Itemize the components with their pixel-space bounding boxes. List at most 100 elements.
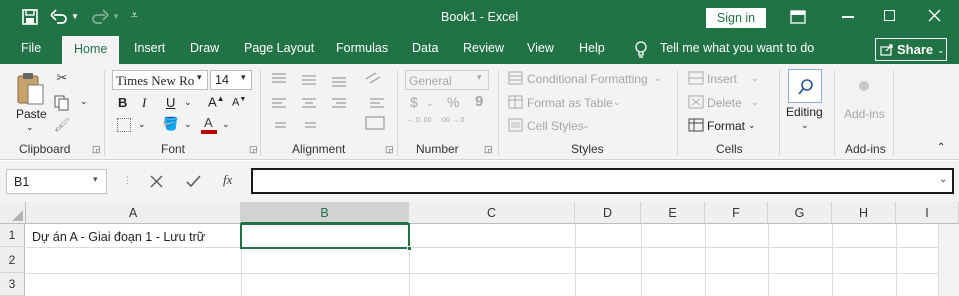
tab-draw[interactable]: Draw	[190, 41, 219, 55]
borders-icon[interactable]	[117, 118, 131, 132]
vertical-scrollbar[interactable]	[938, 224, 959, 296]
column-header-c[interactable]: C	[409, 202, 575, 224]
decrease-font-icon[interactable]: A▼	[232, 96, 246, 109]
tab-file[interactable]: File	[21, 41, 41, 55]
row-header-3[interactable]: 3	[0, 273, 25, 296]
undo-icon[interactable]	[50, 9, 68, 25]
format-as-table-icon[interactable]	[508, 95, 523, 109]
select-all-button[interactable]	[0, 202, 26, 224]
insert-cells-dropdown-icon[interactable]: ⌄	[751, 73, 759, 84]
row-header-2[interactable]: 2	[0, 247, 25, 273]
fill-handle[interactable]	[407, 246, 412, 251]
insert-function-button[interactable]: fx	[223, 172, 232, 188]
cell-b1-selected[interactable]	[240, 223, 410, 249]
collapse-ribbon-icon[interactable]: ⌃	[937, 142, 945, 153]
column-header-d[interactable]: D	[575, 202, 641, 224]
alignment-launcher-icon[interactable]: ◲	[385, 144, 394, 155]
column-header-h[interactable]: H	[832, 202, 896, 224]
undo-dropdown-icon[interactable]: ▼	[71, 12, 79, 21]
number-format-box[interactable]: General ▾	[405, 70, 489, 90]
tell-me-search[interactable]: Tell me what you want to do	[660, 41, 814, 55]
name-box[interactable]: B1 ▾	[6, 169, 107, 194]
delete-cells-dropdown-icon[interactable]: ⌄	[751, 97, 759, 108]
cut-icon[interactable]: ✂	[53, 69, 71, 87]
column-header-e[interactable]: E	[641, 202, 705, 224]
clipboard-launcher-icon[interactable]: ◲	[92, 144, 101, 155]
copy-dropdown-icon[interactable]: ⌄	[80, 96, 88, 107]
ribbon-display-options-icon[interactable]	[790, 10, 806, 24]
italic-button[interactable]: I	[142, 95, 146, 111]
bold-button[interactable]: B	[118, 95, 127, 110]
tab-view[interactable]: View	[527, 41, 554, 55]
column-header-f[interactable]: F	[705, 202, 768, 224]
redo-dropdown-icon[interactable]: ▼	[112, 12, 120, 21]
expand-formula-bar-icon[interactable]: ⌄	[939, 174, 947, 185]
tab-help[interactable]: Help	[579, 41, 605, 55]
conditional-formatting-button[interactable]: Conditional Formatting	[527, 72, 648, 86]
orientation-icon[interactable]	[366, 71, 390, 89]
customize-qat-icon[interactable]: ⩡	[131, 8, 138, 23]
sign-in-button[interactable]: Sign in	[706, 8, 766, 28]
conditional-formatting-icon[interactable]	[508, 71, 523, 85]
insert-cells-button[interactable]: Insert	[707, 72, 737, 86]
paste-label[interactable]: Paste	[16, 107, 47, 121]
tab-review[interactable]: Review	[463, 41, 504, 55]
confirm-entry-icon[interactable]	[186, 175, 201, 188]
column-header-i[interactable]: I	[896, 202, 959, 224]
cancel-entry-icon[interactable]	[150, 175, 163, 188]
share-button[interactable]: Share ⌄	[875, 38, 947, 61]
font-launcher-icon[interactable]: ◲	[249, 144, 258, 155]
format-as-table-button[interactable]: Format as Table	[527, 96, 613, 110]
tab-page-layout[interactable]: Page Layout	[244, 41, 314, 55]
merge-center-icon[interactable]	[366, 117, 390, 133]
number-launcher-icon[interactable]: ◲	[484, 144, 493, 155]
currency-dropdown-icon[interactable]: ⌄	[426, 98, 434, 109]
format-painter-icon[interactable]: 🖌	[53, 116, 71, 134]
tab-insert[interactable]: Insert	[134, 41, 165, 55]
cell-styles-button[interactable]: Cell Styles	[527, 119, 584, 133]
cell-styles-dropdown-icon[interactable]: ⌄	[582, 120, 590, 131]
increase-decimal-button[interactable]: ←.0 .00	[407, 117, 433, 125]
font-color-dropdown-icon[interactable]: ⌄	[222, 119, 230, 130]
row-header-1[interactable]: 1	[0, 224, 25, 247]
fill-color-icon[interactable]: 🪣	[162, 115, 180, 133]
minimize-icon[interactable]	[842, 16, 854, 18]
currency-button[interactable]: $	[410, 94, 418, 110]
tab-formulas[interactable]: Formulas	[336, 41, 388, 55]
copy-icon[interactable]	[54, 95, 70, 111]
paste-dropdown-icon[interactable]: ⌄	[26, 122, 34, 133]
font-size-box[interactable]: 14 ▾	[210, 70, 252, 90]
underline-button[interactable]: U	[166, 95, 175, 110]
cell-a1[interactable]: Dự án A - Giai đoạn 1 - Lưu trữ	[32, 230, 205, 244]
add-ins-icon[interactable]	[859, 81, 869, 91]
column-header-a[interactable]: A	[26, 202, 241, 224]
editing-label[interactable]: Editing	[786, 105, 823, 119]
fill-color-dropdown-icon[interactable]: ⌄	[184, 119, 192, 130]
worksheet-grid[interactable]: A B C D E F G H I 1 2 3 Dự án A - Giai đ…	[0, 202, 959, 296]
add-ins-button[interactable]: Add-ins	[844, 107, 885, 121]
comma-button[interactable]: 9	[475, 93, 483, 110]
format-cells-button[interactable]: Format	[707, 119, 745, 133]
font-color-icon[interactable]: A	[201, 115, 217, 135]
format-cells-icon[interactable]	[688, 118, 704, 132]
editing-button[interactable]	[788, 69, 822, 103]
redo-icon[interactable]	[91, 9, 109, 25]
insert-cells-icon[interactable]	[688, 71, 704, 85]
maximize-icon[interactable]	[884, 10, 895, 21]
tab-data[interactable]: Data	[412, 41, 438, 55]
paste-icon[interactable]	[15, 71, 45, 105]
save-icon[interactable]	[22, 9, 38, 25]
editing-dropdown-icon[interactable]: ⌄	[801, 120, 809, 131]
delete-cells-icon[interactable]	[688, 95, 704, 109]
font-name-box[interactable]: Times New Roman ▾	[112, 70, 208, 90]
formula-input[interactable]: ⌄	[251, 168, 954, 194]
close-icon[interactable]	[928, 9, 941, 22]
cell-styles-icon[interactable]	[508, 118, 523, 132]
decrease-decimal-button[interactable]: .00 →.0	[440, 117, 466, 125]
conditional-formatting-dropdown-icon[interactable]: ⌄	[654, 73, 662, 84]
format-as-table-dropdown-icon[interactable]: ⌄	[613, 97, 621, 108]
column-header-g[interactable]: G	[768, 202, 832, 224]
borders-dropdown-icon[interactable]: ⌄	[138, 119, 146, 130]
tab-home[interactable]: Home	[62, 36, 120, 64]
percent-button[interactable]: %	[447, 94, 459, 110]
